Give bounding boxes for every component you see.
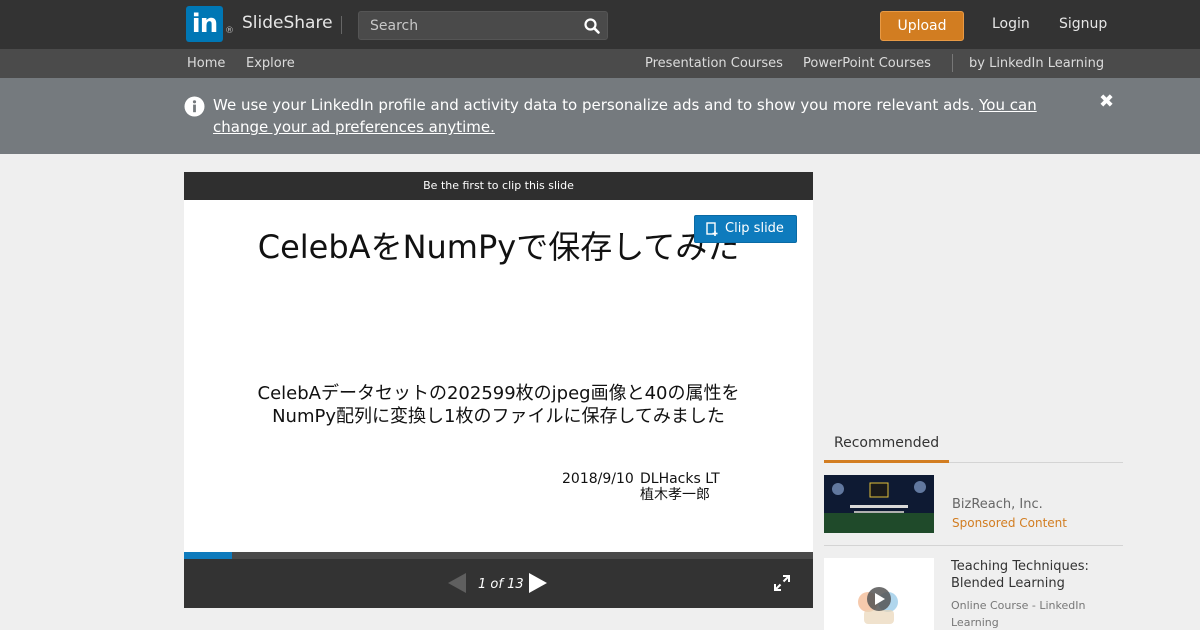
recommended-item-subtitle: Online Course - LinkedIn Learning (951, 599, 1086, 629)
slide-author-block: DLHacks LT 植木孝一郎 (640, 471, 720, 503)
signup-link[interactable]: Signup (1059, 16, 1107, 32)
subnav-divider (952, 54, 953, 72)
recommended-item-title[interactable]: Teaching Techniques: Blended Learning (951, 558, 1121, 592)
slide-author: 植木孝一郎 (640, 487, 710, 503)
search-box (358, 11, 608, 40)
nav-powerpoint-courses[interactable]: PowerPoint Courses (803, 56, 931, 71)
clip-icon (706, 222, 718, 236)
brand-name[interactable]: SlideShare (242, 13, 333, 33)
slide-body-line: CelebAデータセットの202599枚のjpeg画像と40の属性を (257, 383, 740, 404)
previous-slide-icon[interactable] (448, 573, 466, 593)
recommended-item-title[interactable]: BizReach, Inc. (952, 497, 1043, 512)
clip-slide-label: Clip slide (725, 221, 784, 236)
stadium-image (824, 475, 934, 533)
slide-date: 2018/9/10 (562, 471, 634, 487)
course-thumbnail[interactable] (824, 558, 934, 630)
upload-button[interactable]: Upload (880, 11, 964, 41)
notice-message: We use your LinkedIn profile and activit… (213, 94, 1053, 138)
next-slide-icon[interactable] (529, 573, 547, 593)
recommended-separator (824, 545, 1123, 546)
slide-event: DLHacks LT (640, 471, 720, 487)
player-controls: 1 of 13 (184, 559, 813, 608)
slide-body-line: NumPy配列に変換し1枚のファイルに保存してみました (272, 406, 725, 427)
login-link[interactable]: Login (992, 16, 1030, 32)
recommended-tab-indicator (824, 460, 949, 463)
fullscreen-icon[interactable] (774, 575, 790, 591)
sponsored-label: Sponsored Content (952, 516, 1067, 530)
recommended-tab[interactable]: Recommended (834, 435, 939, 451)
nav-linkedin-learning[interactable]: by LinkedIn Learning (969, 56, 1104, 71)
slide-progress-fill (184, 552, 232, 559)
nav-presentation-courses[interactable]: Presentation Courses (645, 56, 783, 71)
header-divider (341, 16, 342, 34)
slide-progress-bar[interactable] (184, 552, 813, 559)
notice-text: We use your LinkedIn profile and activit… (213, 96, 980, 114)
clip-prompt: Be the first to clip this slide (184, 172, 813, 200)
linkedin-logo[interactable]: in (186, 6, 223, 42)
close-icon[interactable]: ✖ (1099, 93, 1115, 111)
slide-view[interactable]: CelebAをNumPyで保存してみた CelebAデータセットの202599枚… (184, 200, 813, 552)
sub-navigation: Home Explore Presentation Courses PowerP… (0, 49, 1200, 78)
registered-mark: ® (225, 26, 234, 36)
top-header: in ® SlideShare Upload Login Signup (0, 0, 1200, 49)
nav-home[interactable]: Home (187, 56, 225, 71)
search-input[interactable] (359, 12, 579, 39)
course-image (824, 558, 934, 630)
page-counter: 1 of 13 (478, 577, 524, 592)
recommended-thumbnail[interactable] (824, 475, 934, 533)
search-icon[interactable] (583, 17, 601, 35)
info-icon (184, 96, 205, 117)
clip-slide-button[interactable]: Clip slide (694, 215, 797, 243)
slide-body: CelebAデータセットの202599枚のjpeg画像と40の属性を NumPy… (184, 382, 813, 428)
nav-explore[interactable]: Explore (246, 56, 295, 71)
